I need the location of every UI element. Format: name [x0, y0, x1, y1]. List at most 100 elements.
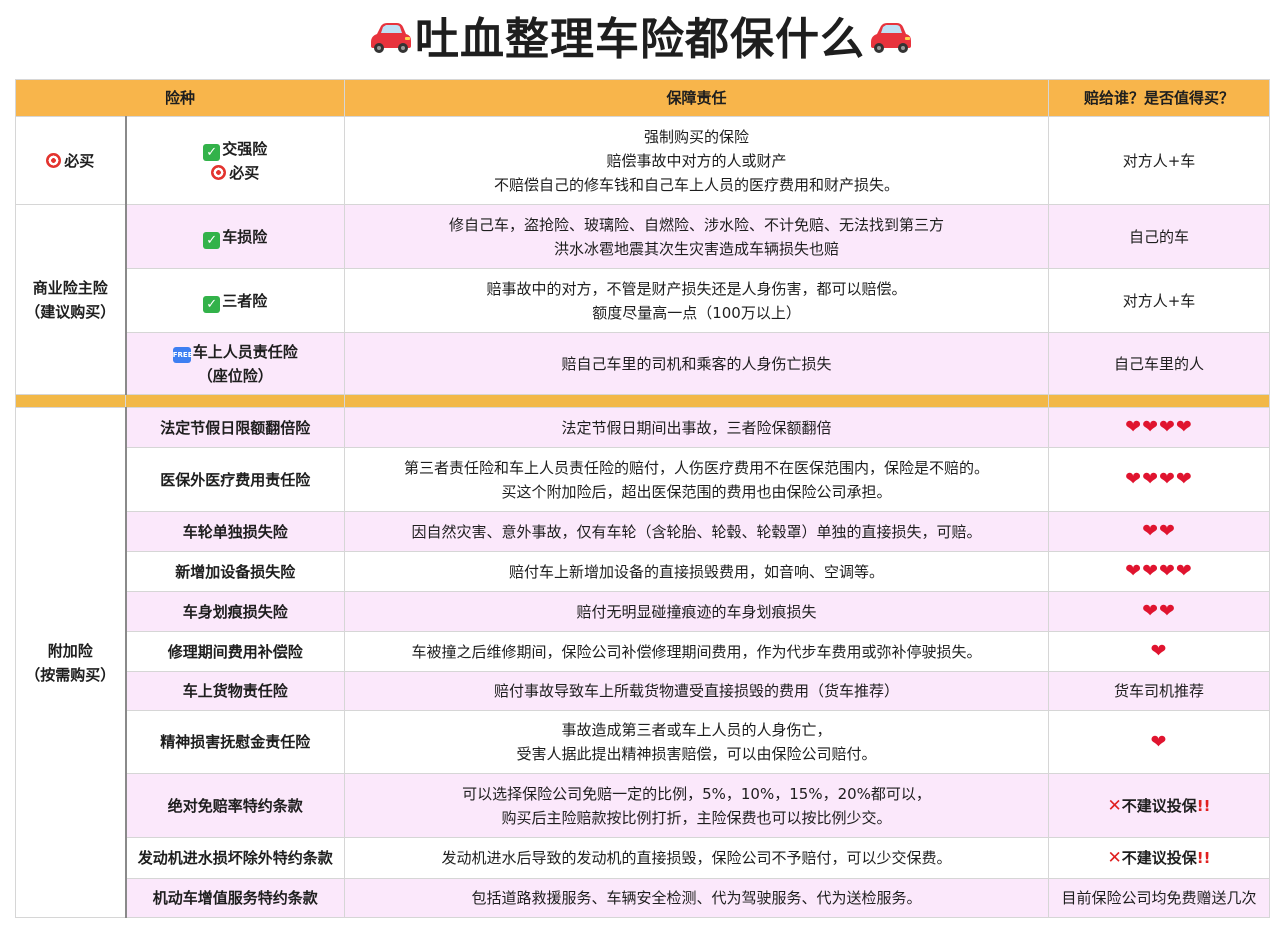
desc-line: 赔事故中的对方，不管是财产损失还是人身伤害，都可以赔偿。	[486, 279, 907, 298]
group-sublabel: （建议购买）	[25, 302, 116, 321]
who-cell: 对方人+车	[1048, 116, 1271, 205]
table-row: 车身划痕损失险 赔付无明显碰撞痕迹的车身划痕损失 ❤❤	[16, 591, 1271, 632]
verdict-cell: 货车司机推荐	[1048, 671, 1271, 711]
heart-icon: ❤❤	[1142, 600, 1176, 622]
desc-line: 第三者责任险和车上人员责任险的赔付，人伤医疗费用不在医保范围内，保险是不赔的。	[404, 458, 990, 477]
who-cell: 自己车里的人	[1048, 332, 1271, 395]
who-cell: 自己的车	[1048, 204, 1271, 269]
group-addon: 附加险 （按需购买）	[15, 407, 126, 918]
rating-cell: ❤❤	[1048, 591, 1271, 632]
insurance-name: ✓ 车损险	[124, 204, 346, 269]
cross-mark-icon: ✕	[1107, 795, 1122, 816]
coverage-cell: 强制购买的保险 赔偿事故中对方的人或财产 不赔偿自己的修车钱和自己车上人员的医疗…	[344, 116, 1050, 205]
insurance-name: 机动车增值服务特约条款	[124, 878, 346, 918]
insurance-name: 修理期间费用补偿险	[124, 631, 346, 672]
table-header-row: 险种 保障责任 赔给谁？是否值得买？	[14, 79, 1271, 117]
desc-line: 因自然灾害、意外事故，仅有车轮（含轮胎、轮毂、轮毂罩）单独的直接损失，可赔。	[411, 522, 982, 541]
coverage-cell: 车被撞之后维修期间，保险公司补偿修理期间费用，作为代步车费用或弥补停驶损失。	[344, 631, 1050, 672]
desc-line: 赔付事故导致车上所载货物遭受直接损毁的费用（货车推荐）	[494, 682, 900, 700]
group-label: 商业险主险	[32, 278, 108, 297]
group-commercial: 商业险主险 （建议购买）	[15, 204, 126, 395]
table-row: 机动车增值服务特约条款 包括道路救援服务、车辆安全检测、代为驾驶服务、代为送检服…	[16, 878, 1271, 918]
double-exclamation-icon: !!	[1196, 796, 1211, 815]
verdict-label: 不建议投保	[1121, 796, 1197, 815]
desc-line: 发动机进水后导致的发动机的直接损毁，保险公司不予赔付，可以少交保费。	[441, 849, 952, 867]
coverage-cell: 法定节假日期间出事故，三者险保额翻倍	[344, 407, 1050, 448]
insurance-name: 发动机进水损坏除外特约条款	[124, 837, 346, 879]
heart-icon: ❤❤❤❤	[1125, 416, 1193, 438]
desc-line: 强制购买的保险	[644, 127, 750, 146]
table-row: 附加险 （按需购买） 法定节假日限额翻倍险 法定节假日期间出事故，三者险保额翻倍…	[15, 407, 1271, 918]
insurance-name: 车身划痕损失险	[124, 591, 346, 632]
check-mark-icon: ✓	[203, 143, 221, 161]
desc-line: 受害人据此提出精神损害赔偿，可以由保险公司赔付。	[516, 745, 877, 763]
rating-cell: ❤	[1048, 631, 1271, 672]
header-coverage: 保障责任	[344, 79, 1050, 117]
insurance-table: 险种 保障责任 赔给谁？是否值得买？ 必买 ✓ 交强险 必买 强制购买的保险 赔偿…	[14, 79, 1271, 918]
verdict-cell: ✕不建议投保!!	[1048, 773, 1271, 838]
coverage-cell: 赔付无明显碰撞痕迹的车身划痕损失	[344, 591, 1050, 632]
desc-line: 赔付无明显碰撞痕迹的车身划痕损失	[576, 602, 817, 621]
coverage-cell: 包括道路救援服务、车辆安全检测、代为驾驶服务、代为送检服务。	[344, 878, 1050, 918]
rating-cell: ❤❤❤❤	[1048, 447, 1271, 512]
insurance-name: 精神损害抚慰金责任险	[124, 710, 346, 774]
heart-icon: ❤	[1150, 640, 1168, 662]
table-row: 精神损害抚慰金责任险 事故造成第三者或车上人员的人身伤亡， 受害人据此提出精神损…	[16, 710, 1271, 774]
insurance-name: FREE车上人员责任险 （座位险）	[124, 332, 346, 395]
table-row: 发动机进水损坏除外特约条款 发动机进水后导致的发动机的直接损毁，保险公司不予赔付…	[16, 837, 1271, 879]
desc-line: 可以选择保险公司免赔一定的比例，5%，10%，15%，20%都可以，	[462, 784, 931, 803]
group-must-label: 必买	[64, 151, 95, 170]
table-row: 医保外医疗费用责任险 第三者责任险和车上人员责任险的赔付，人伤医疗费用不在医保范…	[16, 447, 1271, 512]
coverage-cell: 赔自己车里的司机和乘客的人身伤亡损失	[344, 332, 1050, 395]
coverage-cell: 因自然灾害、意外事故，仅有车轮（含轮胎、轮毂、轮毂罩）单独的直接损失，可赔。	[344, 511, 1050, 552]
verdict-label: 不建议投保	[1121, 849, 1197, 867]
table-row: 修理期间费用补偿险 车被撞之后维修期间，保险公司补偿修理期间费用，作为代步车费用…	[16, 631, 1271, 672]
desc-line: 车被撞之后维修期间，保险公司补偿修理期间费用，作为代步车费用或弥补停驶损失。	[411, 642, 982, 661]
insurance-name: ✓ 三者险	[124, 268, 346, 333]
double-exclamation-icon: !!	[1196, 849, 1211, 867]
target-icon	[46, 152, 62, 168]
desc-line: 买这个附加险后，超出医保范围的费用也由保险公司承担。	[501, 482, 892, 501]
verdict-cell: ✕不建议投保!!	[1048, 837, 1271, 879]
name-sublabel: （座位险）	[197, 366, 273, 385]
red-car-icon	[865, 12, 915, 72]
table-row: 车轮单独损失险 因自然灾害、意外事故，仅有车轮（含轮胎、轮毂、轮毂罩）单独的直接…	[16, 511, 1271, 552]
insurance-name: ✓ 交强险 必买	[124, 116, 346, 205]
insurance-name: 车轮单独损失险	[124, 511, 346, 552]
desc-line: 修自己车，盗抢险、玻璃险、自燃险、涉水险、不计免赔、无法找到第三方	[449, 215, 945, 234]
rating-cell: ❤	[1048, 710, 1271, 774]
verdict-cell: 目前保险公司均免费赠送几次	[1048, 878, 1271, 918]
check-mark-icon: ✓	[203, 231, 221, 249]
title-text: 吐血整理车险都保什么	[415, 14, 865, 65]
desc-line: 事故造成第三者或车上人员的人身伤亡，	[561, 721, 832, 739]
table-row: 商业险主险 （建议购买） ✓ 车损险 修自己车，盗抢险、玻璃险、自燃险、涉水险、不…	[15, 204, 1271, 395]
header-type: 险种	[14, 79, 346, 117]
rating-cell: ❤❤	[1048, 511, 1271, 552]
table-row: FREE车上人员责任险 （座位险） 赔自己车里的司机和乘客的人身伤亡损失 自己车…	[16, 332, 1271, 395]
check-mark-icon: ✓	[203, 295, 221, 313]
coverage-cell: 赔付车上新增加设备的直接损毁费用，如音响、空调等。	[344, 551, 1050, 592]
rating-cell: ❤❤❤❤	[1048, 551, 1271, 592]
desc-line: 不赔偿自己的修车钱和自己车上人员的医疗费用和财产损失。	[494, 175, 900, 194]
section-separator	[15, 394, 1271, 408]
desc-line: 额度尽量高一点（100万以上）	[592, 303, 801, 322]
desc-line: 赔偿事故中对方的人或财产	[606, 151, 787, 170]
coverage-cell: 修自己车，盗抢险、玻璃险、自燃险、涉水险、不计免赔、无法找到第三方 洪水冰雹地震…	[344, 204, 1050, 269]
table-row: 绝对免赔率特约条款 可以选择保险公司免赔一定的比例，5%，10%，15%，20%…	[16, 773, 1271, 838]
table-row: 必买 ✓ 交强险 必买 强制购买的保险 赔偿事故中对方的人或财产 不赔偿自己的修车…	[15, 116, 1271, 205]
desc-line: 法定节假日期间出事故，三者险保额翻倍	[561, 418, 832, 437]
coverage-cell: 事故造成第三者或车上人员的人身伤亡， 受害人据此提出精神损害赔偿，可以由保险公司…	[344, 710, 1050, 774]
tag-label: 必买	[229, 163, 260, 182]
free-badge-icon: FREE	[172, 346, 193, 363]
heart-icon: ❤❤❤❤	[1125, 560, 1193, 582]
insurance-name: 绝对免赔率特约条款	[124, 773, 346, 838]
rating-cell: ❤❤❤❤	[1048, 407, 1271, 448]
desc-line: 赔付车上新增加设备的直接损毁费用，如音响、空调等。	[509, 562, 885, 581]
insurance-name: 车上货物责任险	[124, 671, 346, 711]
insurance-name: 新增加设备损失险	[124, 551, 346, 592]
group-label: 附加险	[47, 641, 93, 660]
header-who: 赔给谁？是否值得买？	[1048, 79, 1271, 117]
coverage-cell: 第三者责任险和车上人员责任险的赔付，人伤医疗费用不在医保范围内，保险是不赔的。 …	[344, 447, 1050, 512]
coverage-cell: 赔付事故导致车上所载货物遭受直接损毁的费用（货车推荐）	[344, 671, 1050, 711]
name-label: 车上人员责任险	[192, 342, 298, 361]
